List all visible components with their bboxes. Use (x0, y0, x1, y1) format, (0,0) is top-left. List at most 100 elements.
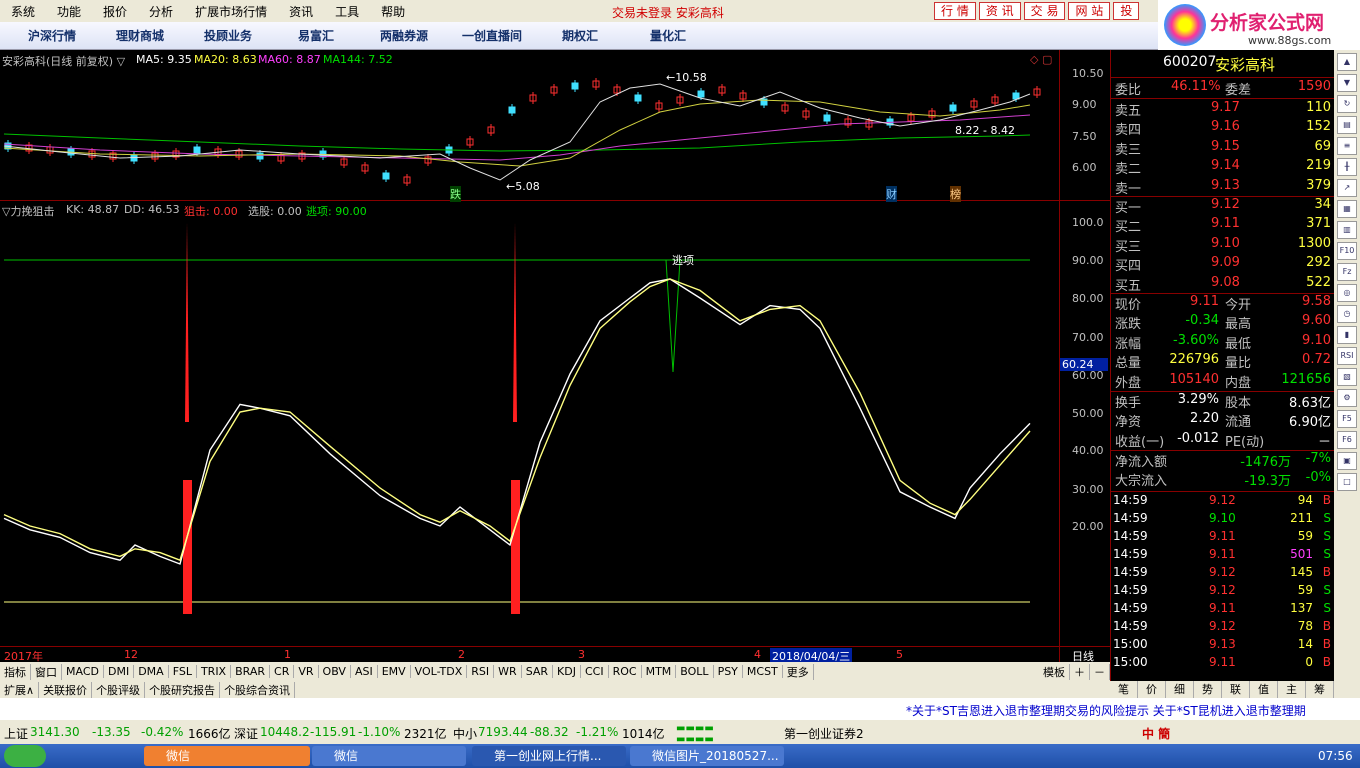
stat-label: 换手 (1115, 396, 1142, 411)
indicator-tab-17[interactable]: KDJ (553, 665, 581, 678)
nav-licai[interactable]: 理财商城 (96, 27, 184, 44)
trend-icon[interactable]: ↗ (1337, 179, 1357, 197)
chart-icon[interactable]: ▤ (1337, 116, 1357, 134)
candle-body (193, 146, 201, 154)
template-button[interactable]: 模板 (1039, 663, 1070, 680)
right-tab-3[interactable]: 势 (1194, 681, 1222, 698)
f6-icon[interactable]: F6 (1337, 431, 1357, 449)
indicator-tab-15[interactable]: WR (494, 665, 522, 678)
rsi-icon[interactable]: RSI (1337, 347, 1357, 365)
right-tab-5[interactable]: 值 (1250, 681, 1278, 698)
circle-icon[interactable]: ◎ (1337, 284, 1357, 302)
menu-analysis[interactable]: 分析 (138, 3, 184, 20)
table-icon[interactable]: ▥ (1337, 221, 1357, 239)
arrow-down-icon[interactable]: ▼ (1337, 74, 1357, 92)
menu-ext-market[interactable]: 扩展市场行情 (184, 3, 278, 20)
menu-news[interactable]: 资讯 (278, 3, 324, 20)
grid-icon[interactable]: ▦ (1337, 200, 1357, 218)
nav-yifuhui[interactable]: 易富汇 (272, 27, 360, 44)
f5-icon[interactable]: F5 (1337, 410, 1357, 428)
order-label: 卖二 (1115, 162, 1142, 178)
tab-expand[interactable]: 扩展∧ (0, 681, 40, 698)
indicator-tab-8[interactable]: CR (270, 665, 295, 678)
menu-function[interactable]: 功能 (46, 3, 92, 20)
kline-icon[interactable]: ╫ (1337, 158, 1357, 176)
index-zx-name[interactable]: 中小 (453, 725, 477, 742)
tab-related-quote[interactable]: 关联报价 (39, 681, 93, 698)
task-wechat-1[interactable]: 微信 (144, 746, 310, 766)
nav-quant[interactable]: 量化汇 (624, 27, 712, 44)
indicator-tab-19[interactable]: ROC (609, 665, 642, 678)
menu-help[interactable]: 帮助 (370, 3, 416, 20)
quote-button[interactable]: 行 情 (934, 2, 976, 20)
indicator-tab-14[interactable]: RSI (467, 665, 495, 678)
nav-hushen[interactable]: 沪深行情 (8, 27, 96, 44)
add-icon[interactable]: ＋ (1070, 663, 1090, 680)
menu-tools[interactable]: 工具 (324, 3, 370, 20)
fz-icon[interactable]: Fz (1337, 263, 1357, 281)
indicator-tab-1[interactable]: 窗口 (31, 663, 62, 680)
task-image[interactable]: 微信图片_20180527... (630, 746, 784, 766)
square-icon[interactable]: □ (1337, 473, 1357, 491)
menu-quote[interactable]: 报价 (92, 3, 138, 20)
indicator-tab-11[interactable]: ASI (351, 665, 378, 678)
indicator-tab-2[interactable]: MACD (62, 665, 104, 678)
news-ticker[interactable]: *关于*ST吉恩进入退市整理期交易的风险提示 关于*ST昆机进入退市整理期 (0, 698, 1360, 720)
start-button[interactable] (4, 745, 46, 767)
nav-rongquan[interactable]: 两融券源 (360, 27, 448, 44)
clock-icon[interactable]: ◷ (1337, 305, 1357, 323)
ime-indicator[interactable]: 中 簡 (1142, 725, 1170, 742)
right-tab-6[interactable]: 主 (1278, 681, 1306, 698)
candle-body (256, 152, 264, 160)
indicator-tab-16[interactable]: SAR (522, 665, 554, 678)
indicator-tab-4[interactable]: DMA (134, 665, 169, 678)
indicator-tab-24[interactable]: 更多 (783, 663, 814, 680)
indicator-tab-5[interactable]: FSL (169, 665, 197, 678)
menu-system[interactable]: 系统 (0, 3, 46, 20)
ticker-text[interactable]: *关于*ST吉恩进入退市整理期交易的风险提示 关于*ST昆机进入退市整理期 (906, 702, 1306, 719)
indicator-tab-22[interactable]: PSY (714, 665, 743, 678)
right-tab-1[interactable]: 价 (1138, 681, 1166, 698)
index-sh-name[interactable]: 上证 (4, 725, 28, 742)
index-sz-name[interactable]: 深证 (234, 725, 258, 742)
news-button[interactable]: 资 讯 (978, 2, 1021, 20)
tab-rating[interactable]: 个股评级 (92, 681, 146, 698)
indicator-tab-20[interactable]: MTM (642, 665, 677, 678)
trade-button[interactable]: 交 易 (1023, 2, 1066, 20)
task-trading-app[interactable]: 第一创业网上行情... (472, 746, 626, 766)
website-button[interactable]: 网 站 (1068, 2, 1111, 20)
advisor-button[interactable]: 投 (1113, 2, 1140, 20)
chart-area[interactable]: 安彩高科(日线 前复权) ▽ MA5: 9.35 MA20: 8.63 MA60… (0, 50, 1110, 664)
indicator-tab-9[interactable]: VR (294, 665, 319, 678)
f10-icon[interactable]: F10 (1337, 242, 1357, 260)
bar-icon[interactable]: ▮ (1337, 326, 1357, 344)
minus-icon[interactable]: － (1090, 663, 1110, 680)
indicator-tab-0[interactable]: 指标 (0, 663, 31, 680)
tab-info[interactable]: 个股综合资讯 (220, 681, 296, 698)
indicator-tab-21[interactable]: BOLL (676, 665, 714, 678)
tab-research[interactable]: 个股研究报告 (145, 681, 221, 698)
right-tab-2[interactable]: 细 (1166, 681, 1194, 698)
indicator-tab-7[interactable]: BRAR (231, 665, 271, 678)
arrow-up-icon[interactable]: ▲ (1337, 53, 1357, 71)
indicator-tab-10[interactable]: OBV (319, 665, 351, 678)
nav-options[interactable]: 期权汇 (536, 27, 624, 44)
indicator-tab-23[interactable]: MCST (743, 665, 783, 678)
nav-tougu[interactable]: 投顾业务 (184, 27, 272, 44)
gear-icon[interactable]: ⚙ (1337, 389, 1357, 407)
indicator-tab-13[interactable]: VOL-TDX (411, 665, 468, 678)
indicator-tab-6[interactable]: TRIX (197, 665, 232, 678)
doc-icon[interactable]: ▧ (1337, 368, 1357, 386)
indicator-tab-3[interactable]: DMI (104, 665, 135, 678)
list-icon[interactable]: ≡ (1337, 137, 1357, 155)
indicator-chart (3, 222, 1031, 614)
right-tab-7[interactable]: 筹 (1306, 681, 1334, 698)
indicator-tab-18[interactable]: CCI (581, 665, 609, 678)
right-tab-0[interactable]: 笔 (1110, 681, 1138, 698)
refresh-icon[interactable]: ↻ (1337, 95, 1357, 113)
right-tab-4[interactable]: 联 (1222, 681, 1250, 698)
indicator-tab-12[interactable]: EMV (378, 665, 411, 678)
box-icon[interactable]: ▣ (1337, 452, 1357, 470)
nav-live[interactable]: 一创直播间 (448, 27, 536, 44)
task-wechat-2[interactable]: 微信 (312, 746, 466, 766)
